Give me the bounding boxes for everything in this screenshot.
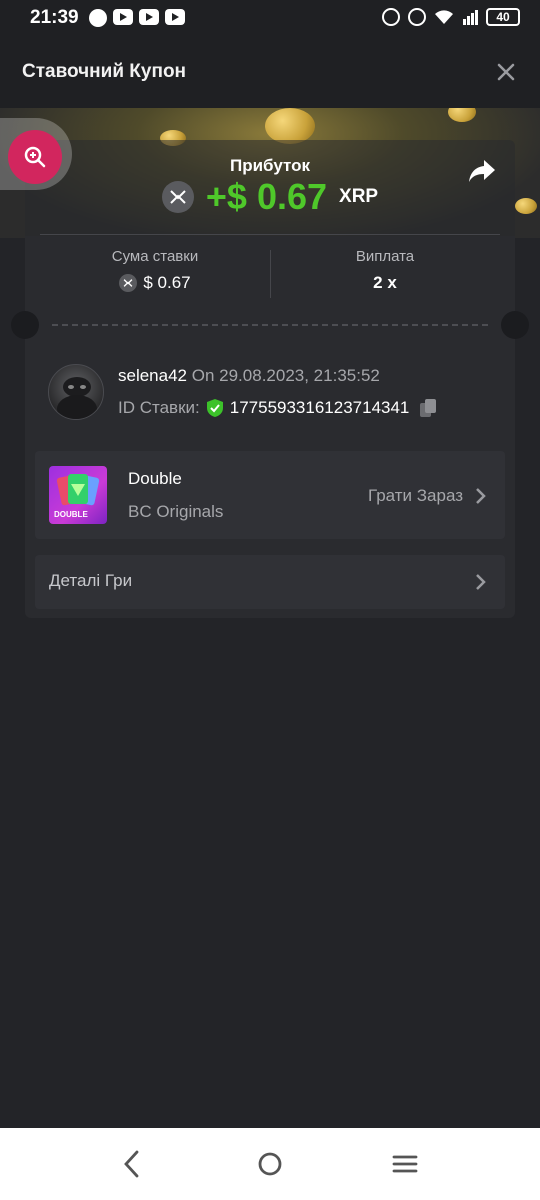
signal-icon [463,10,478,25]
profit-currency: XRP [339,186,379,207]
play-now-button[interactable]: Грати Зараз [368,486,463,506]
bet-id-line: ID Ставки: 177559331612371434​1 [118,398,437,418]
profit-label: Прибуток [230,156,310,175]
bet-amount-stat: Сума ставки $ 0.67 [40,248,270,293]
game-provider: BC Originals [128,502,224,521]
page-title: Ставочний Купон [22,61,187,82]
chevron-right-icon [476,574,486,590]
coin-decoration [265,108,315,144]
game-details-row[interactable]: Деталі Гри [35,555,505,609]
messenger-icon [88,9,107,27]
modal-header: Ставочний Купон [0,36,540,108]
ticket-notch [11,311,39,339]
avatar[interactable] [48,364,104,420]
bet-amount-value-row: $ 0.67 [40,273,270,293]
chevron-right-icon [476,488,486,504]
game-thumb-label: DOUBLE [54,510,88,519]
notification-icons [88,9,185,27]
bet-amount-label: Сума ставки [111,248,199,265]
ticket-notch [501,311,529,339]
payout-label: Виплата [355,248,415,265]
system-nav-bar [0,1128,540,1200]
youtube-icon [138,9,159,25]
alarm-icon [382,8,400,26]
status-time: 21:39 [30,7,79,28]
copy-icon[interactable] [419,398,437,418]
bet-id-label: ID Ставки: [118,398,200,417]
bet-id-value: 177559331612371434​1 [229,398,410,417]
coin-decoration [448,108,476,122]
youtube-icon [164,9,185,25]
status-right: 40 [382,8,520,26]
username[interactable]: selena42 [118,366,187,385]
back-icon[interactable] [117,1148,149,1180]
xrp-coin-icon [119,274,138,292]
profit-amount: +$ 0.67 [205,176,328,217]
verified-shield-icon [206,399,223,417]
xrp-coin-icon [161,181,194,213]
user-line: selena42 On 29.08.2023, 21:35:52 [118,366,380,386]
game-card[interactable]: DOUBLE Double BC Originals Грати Зараз [35,451,505,539]
menu-icon[interactable] [389,1148,421,1180]
nfc-icon [408,8,426,26]
game-details-label: Деталі Гри [49,571,133,590]
close-icon[interactable] [494,60,518,84]
profit-row: +$ 0.67 XRP [0,176,540,218]
youtube-icon [112,9,133,25]
bet-amount-value: $ 0.67 [143,273,191,292]
game-name: Double [128,469,182,488]
payout-value: 2 x [373,273,397,292]
dashed-divider [52,324,488,326]
bet-date: On 29.08.2023, 21:35:52 [191,366,380,385]
game-thumbnail: DOUBLE [49,466,107,524]
status-bar: 21:39 40 [0,0,540,36]
home-icon[interactable] [254,1148,286,1180]
payout-stat: Виплата 2 x [270,248,500,293]
divider [40,234,500,235]
wifi-icon [435,10,453,24]
share-icon[interactable] [468,158,496,184]
battery-icon: 40 [486,8,520,26]
